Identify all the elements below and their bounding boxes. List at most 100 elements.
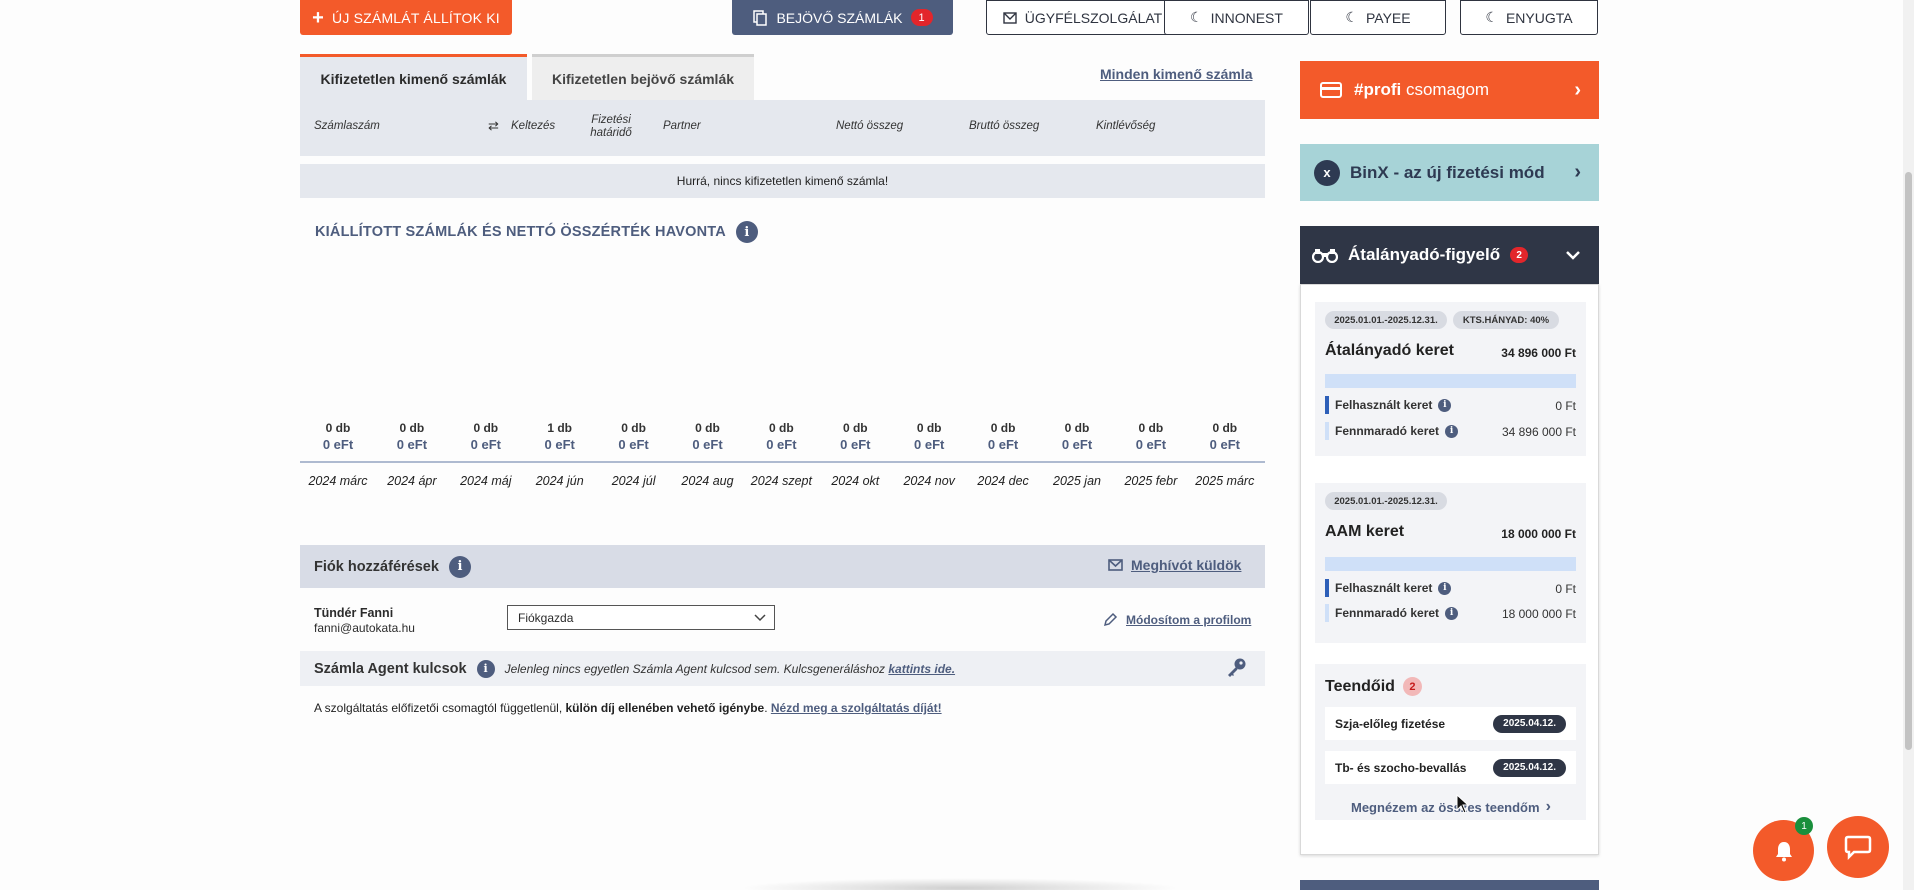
todo-item[interactable]: Tb- és szocho-bevallás 2025.04.12.: [1325, 751, 1576, 784]
innonest-button[interactable]: ☾ INNONEST: [1164, 0, 1309, 35]
chat-button[interactable]: [1827, 816, 1889, 878]
chart-month-label: 2024 okt: [831, 474, 880, 488]
chart-month-values: 0 db 0 eFt: [818, 421, 892, 452]
service-price-link[interactable]: Nézd meg a szolgáltatás díját!: [771, 701, 942, 715]
new-invoice-button[interactable]: + ÚJ SZÁMLÁT ÁLLÍTOK KI: [300, 0, 512, 35]
role-select-value: Fiókgazda: [518, 610, 574, 625]
envelope-icon: [1108, 559, 1123, 571]
generate-key-link[interactable]: kattints ide.: [888, 662, 955, 676]
support-button[interactable]: ÜGYFÉLSZOLGÁLAT: [986, 0, 1179, 35]
invoice-count-label: 0 db: [695, 421, 720, 435]
column-header: Számlaszám: [314, 120, 380, 132]
info-icon[interactable]: i: [1445, 606, 1459, 620]
scrollbar-thumb[interactable]: [1905, 172, 1912, 750]
chart-month-values: 0 db 0 eFt: [449, 421, 523, 452]
profi-rest: csomagom: [1401, 80, 1490, 99]
service-notice: A szolgáltatás előfizetői csomagtól függ…: [314, 701, 942, 715]
moon-icon: ☾: [1345, 9, 1358, 25]
key-icon[interactable]: [1224, 656, 1248, 680]
used-value: 0 Ft: [1555, 399, 1576, 413]
column-header[interactable]: Keltezés: [511, 120, 555, 132]
invoice-count-label: 0 db: [621, 421, 646, 435]
used-marker: [1325, 396, 1329, 414]
incoming-invoices-button[interactable]: BEJÖVŐ SZÁMLÁK 1: [732, 0, 953, 35]
todo-title-text: Teendőid: [1325, 677, 1395, 695]
used-legend: Felhasznált keret i: [1325, 579, 1452, 597]
todo-count-badge: 2: [1402, 677, 1422, 696]
support-label: ÜGYFÉLSZOLGÁLAT: [1024, 9, 1163, 26]
binoculars-icon: [1312, 249, 1338, 263]
user-name: Tündér Fanni: [314, 606, 394, 620]
next-sidebar-card[interactable]: [1300, 880, 1599, 890]
info-icon[interactable]: i: [1438, 398, 1452, 412]
info-icon[interactable]: i: [1445, 424, 1459, 438]
chart-month-label: 2024 máj: [460, 474, 512, 488]
box-title: Átalányadó keret: [1325, 342, 1454, 359]
chart-month-values: 0 db 0 eFt: [1188, 421, 1262, 452]
atalanyado-title: Átalányadó-figyelő: [1348, 245, 1501, 264]
envelope-icon: [1003, 11, 1017, 24]
sort-icon[interactable]: ⇄: [488, 118, 499, 134]
net-value-label: 0 eFt: [1061, 437, 1093, 452]
chart-month-values: 0 db 0 eFt: [375, 421, 449, 452]
todo-item[interactable]: Szja-előleg fizetése 2025.04.12.: [1325, 707, 1576, 740]
plus-icon: +: [312, 6, 325, 29]
section-title: Számla Agent kulcsok: [314, 660, 467, 677]
incoming-invoices-label: BEJÖVŐ SZÁMLÁK: [776, 9, 903, 26]
atalanyado-panel: 2025.01.01.-2025.12.31. KTS.HÁNYAD: 40% …: [1300, 284, 1599, 855]
atalanyado-count-badge: 2: [1510, 247, 1529, 263]
payee-button[interactable]: ☾ PAYEE: [1310, 0, 1446, 35]
net-value-label: 0 eFt: [766, 437, 797, 452]
agent-note-text: Jelenleg nincs egyetlen Számla Agent kul…: [504, 661, 889, 676]
invoice-count-label: 1 db: [547, 421, 573, 435]
net-value-label: 0 eFt: [1135, 437, 1167, 452]
chart-month-values: 0 db 0 eFt: [1040, 421, 1114, 452]
box-amount: 18 000 000 Ft: [1501, 527, 1576, 541]
service-text: A szolgáltatás előfizetői csomagtól függ…: [314, 701, 566, 715]
info-icon[interactable]: i: [735, 221, 758, 243]
binx-card[interactable]: x BinX - az új fizetési mód ›: [1300, 144, 1599, 201]
tab-outgoing-unpaid[interactable]: Kifizetetlen kimenő számlák: [300, 54, 527, 100]
all-outgoing-link[interactable]: Minden kimenő számla: [1100, 66, 1252, 82]
table-header: Számlaszám ⇄ Keltezés Fizetési határidő …: [300, 100, 1265, 156]
edit-profile-link[interactable]: Módosítom a profilom: [1102, 612, 1251, 628]
chart-title-text: KIÁLLÍTOTT SZÁMLÁK ÉS NETTÓ ÖSSZÉRTÉK HA…: [315, 224, 726, 240]
section-title: Fiók hozzáférések: [314, 558, 439, 575]
profi-label: #profi csomagom: [1354, 80, 1489, 100]
info-icon[interactable]: i: [448, 555, 471, 578]
atalanyado-keret-box: 2025.01.01.-2025.12.31. KTS.HÁNYAD: 40% …: [1315, 302, 1586, 456]
enyugta-button[interactable]: ☾ ENYUGTA: [1460, 0, 1598, 35]
box-title: AAM keret: [1325, 523, 1405, 540]
profi-package-card[interactable]: #profi csomagom ›: [1300, 61, 1599, 119]
binx-label: BinX - az új fizetési mód: [1350, 162, 1545, 182]
role-select[interactable]: Fiókgazda: [507, 605, 775, 630]
incoming-count-badge: 1: [910, 9, 933, 26]
used-label: Felhasznált keret: [1335, 581, 1433, 595]
innonest-label: INNONEST: [1210, 9, 1283, 26]
info-icon[interactable]: i: [476, 659, 495, 678]
enyugta-label: ENYUGTA: [1505, 9, 1573, 26]
chart-month-values: 0 db 0 eFt: [671, 421, 745, 452]
chart-month-values: 0 db 0 eFt: [966, 421, 1040, 452]
used-legend: Felhasznált keret i: [1325, 396, 1452, 414]
remaining-marker: [1325, 422, 1329, 440]
chart-month-values: 0 db 0 eFt: [597, 421, 671, 452]
all-todos-link[interactable]: Megnézem az összes teendőm ›: [1351, 798, 1551, 816]
send-invite-link[interactable]: Meghívót küldök: [1108, 557, 1241, 573]
remaining-value: 34 896 000 Ft: [1501, 425, 1576, 439]
moon-icon: ☾: [1190, 9, 1203, 25]
new-invoice-label: ÚJ SZÁMLÁT ÁLLÍTOK KI: [332, 9, 500, 26]
chart-month-label: 2024 nov: [903, 474, 955, 488]
notification-count-badge: 1: [1795, 817, 1813, 835]
chart-month-values: 0 db 0 eFt: [744, 421, 818, 452]
atalanyado-header[interactable]: Átalányadó-figyelő 2: [1300, 226, 1599, 284]
chart-month-label: 2024 dec: [977, 474, 1029, 488]
info-icon[interactable]: i: [1438, 581, 1452, 595]
chevron-right-icon: ›: [1545, 798, 1551, 815]
agent-note: Jelenleg nincs egyetlen Számla Agent kul…: [505, 662, 955, 676]
mouse-cursor-icon: [1456, 794, 1470, 814]
bell-icon: [1775, 841, 1792, 861]
tab-incoming-unpaid[interactable]: Kifizetetlen bejövő számlák: [532, 54, 754, 100]
moon-icon: ☾: [1485, 9, 1498, 25]
all-todos-label: Megnézem az összes teendőm: [1351, 799, 1540, 815]
